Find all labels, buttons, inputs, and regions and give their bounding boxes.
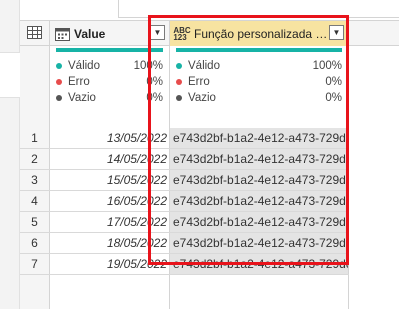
row-number[interactable]: 6 — [20, 233, 50, 253]
value-cell[interactable]: 16/05/2022 — [50, 191, 170, 211]
funcao-cell[interactable]: e743d2bf-b1a2-4e12-a473-729d89d... — [170, 191, 349, 211]
value-cell[interactable]: 15/05/2022 — [50, 170, 170, 190]
funcao-cell[interactable]: e743d2bf-b1a2-4e12-a473-729d89d... — [170, 254, 349, 274]
row-number[interactable]: 3 — [20, 170, 50, 190]
table-row[interactable]: 2 14/05/2022 e743d2bf-b1a2-4e12-a473-729… — [20, 149, 349, 170]
table-row[interactable]: 1 13/05/2022 e743d2bf-b1a2-4e12-a473-729… — [20, 128, 349, 149]
dot-icon — [176, 79, 182, 85]
chevron-down-icon: ▼ — [332, 28, 341, 37]
table-row[interactable]: 7 19/05/2022 e743d2bf-b1a2-4e12-a473-729… — [20, 254, 349, 275]
funcao-cell[interactable]: e743d2bf-b1a2-4e12-a473-729d89d... — [170, 149, 349, 169]
abc-123-icon[interactable]: ABC 123 — [173, 26, 190, 41]
formula-input[interactable] — [118, 0, 399, 18]
funcao-cell[interactable]: e743d2bf-b1a2-4e12-a473-729d89d... — [170, 170, 349, 190]
funcao-cell[interactable]: e743d2bf-b1a2-4e12-a473-729d89d... — [170, 212, 349, 232]
stat-valid: Válido 100% — [56, 59, 163, 73]
filter-dropdown-button[interactable]: ▼ — [150, 25, 165, 40]
table-row[interactable]: 5 17/05/2022 e743d2bf-b1a2-4e12-a473-729… — [20, 212, 349, 233]
table-row[interactable]: 3 15/05/2022 e743d2bf-b1a2-4e12-a473-729… — [20, 170, 349, 191]
column-quality-value: Válido 100% Erro 0% Vazio 0% — [50, 46, 170, 128]
formula-bar-area — [20, 0, 399, 18]
value-cell[interactable]: 18/05/2022 — [50, 233, 170, 253]
data-grid: Value ▼ ABC 123 Função personalizada inv… — [20, 20, 399, 309]
row-number[interactable]: 2 — [20, 149, 50, 169]
stat-error: Erro 0% — [176, 75, 342, 89]
empty-area — [170, 275, 349, 309]
value-cell[interactable]: 14/05/2022 — [50, 149, 170, 169]
column-header-funcao[interactable]: ABC 123 Função personalizada invocada ▼ — [170, 21, 349, 46]
column-title: Função personalizada invocada — [194, 26, 328, 41]
dot-icon — [176, 95, 182, 101]
left-panel-tab[interactable] — [0, 52, 20, 98]
value-cell[interactable]: 17/05/2022 — [50, 212, 170, 232]
stat-valid: Válido 100% — [176, 59, 342, 73]
dot-icon — [56, 79, 62, 85]
column-header-value[interactable]: Value ▼ — [50, 21, 170, 46]
column-header-row: Value ▼ ABC 123 Função personalizada inv… — [20, 20, 399, 46]
row-number[interactable]: 7 — [20, 254, 50, 274]
row-gutter-empty — [20, 275, 50, 309]
table-icon — [27, 25, 42, 42]
quality-bar — [56, 48, 163, 52]
funcao-cell[interactable]: e743d2bf-b1a2-4e12-a473-729d89d... — [170, 233, 349, 253]
dot-icon — [176, 63, 182, 69]
table-row[interactable]: 4 16/05/2022 e743d2bf-b1a2-4e12-a473-729… — [20, 191, 349, 212]
left-panel-strip — [0, 0, 20, 309]
table-row[interactable]: 6 18/05/2022 e743d2bf-b1a2-4e12-a473-729… — [20, 233, 349, 254]
calendar-icon[interactable] — [54, 27, 70, 41]
funcao-cell[interactable]: e743d2bf-b1a2-4e12-a473-729d89d... — [170, 128, 349, 148]
row-number[interactable]: 1 — [20, 128, 50, 148]
dot-icon — [56, 63, 62, 69]
filter-dropdown-button[interactable]: ▼ — [329, 25, 344, 40]
column-quality-funcao: Válido 100% Erro 0% Vazio 0% — [170, 46, 349, 128]
column-title: Value — [74, 26, 106, 41]
stat-empty: Vazio 0% — [176, 91, 342, 105]
value-cell[interactable]: 13/05/2022 — [50, 128, 170, 148]
table-menu-button[interactable] — [20, 21, 50, 46]
row-number[interactable]: 5 — [20, 212, 50, 232]
stat-error: Erro 0% — [56, 75, 163, 89]
chevron-down-icon: ▼ — [153, 28, 162, 37]
stat-empty: Vazio 0% — [56, 91, 163, 105]
empty-area — [50, 275, 170, 309]
dot-icon — [56, 95, 62, 101]
quality-bar — [176, 48, 342, 52]
row-number[interactable]: 4 — [20, 191, 50, 211]
value-cell[interactable]: 19/05/2022 — [50, 254, 170, 274]
profile-gutter — [20, 46, 50, 128]
